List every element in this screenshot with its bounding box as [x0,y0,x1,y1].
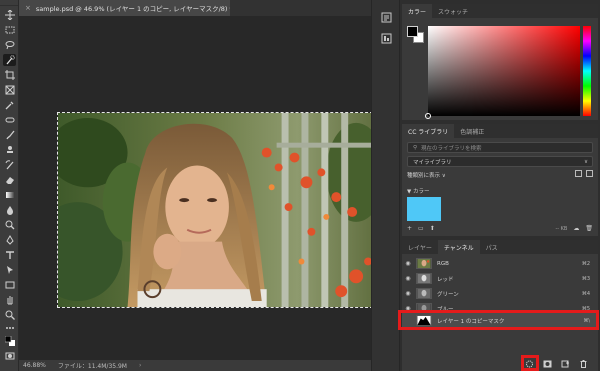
tab-bar-empty [230,0,371,16]
color-panel: カラー スウォッチ [402,4,598,120]
visibility-eye-icon[interactable]: ◉ [402,260,414,267]
channels-panel: レイヤー チャンネル パス ◉ RGB ⌘2 ◉ レッド ⌘3 ◉ グリーン ⌘… [398,240,599,371]
blur-tool-icon[interactable] [3,204,16,216]
library-trash-icon[interactable]: 🗑 [585,225,593,232]
library-select[interactable]: マイライブラリ ∨ [407,156,593,167]
libraries-panel: CC ライブラリ 色調補正 ⚲ 現在のライブラリを検索 マイライブラリ ∨ 種類… [402,124,598,236]
hue-slider[interactable] [583,26,591,116]
eyedropper-tool-icon[interactable] [3,99,16,111]
clone-stamp-tool-icon[interactable] [3,144,16,156]
color-panel-tabs: カラー スウォッチ [402,4,598,18]
list-view-icon[interactable] [586,170,593,177]
history-brush-tool-icon[interactable] [3,159,16,171]
eraser-tool-icon[interactable] [3,174,16,186]
library-sort-dropdown[interactable]: 種類別に表示 ∨ [407,171,446,179]
visibility-eye-icon[interactable]: ◉ [402,275,414,282]
tab-cc-libraries[interactable]: CC ライブラリ [402,124,455,138]
crop-tool-icon[interactable] [3,69,16,81]
chevron-down-icon: ∨ [583,158,588,165]
quick-mask-icon[interactable] [3,350,16,362]
tab-channels[interactable]: チャンネル [437,240,480,254]
pen-tool-icon[interactable] [3,234,16,246]
tab-paths[interactable]: パス [480,240,504,254]
zoom-level[interactable]: 46.88% [23,362,46,369]
library-search-placeholder: 現在のライブラリを検索 [421,145,482,152]
foreground-color[interactable] [407,26,418,37]
grid-view-icon[interactable] [575,170,582,177]
channel-thumbnail [416,273,432,284]
rectangle-tool-icon[interactable] [3,279,16,291]
channel-row-red[interactable]: ◉ レッド ⌘3 [402,271,598,286]
move-tool-icon[interactable] [3,9,16,21]
tab-layers[interactable]: レイヤー [402,240,438,254]
color-picker-cursor[interactable] [425,113,431,119]
marquee-tool-icon[interactable] [3,24,16,36]
library-color-swatch[interactable] [407,197,441,221]
channel-thumbnail [416,258,432,269]
more-tools-icon[interactable] [3,322,16,334]
visibility-eye-icon[interactable]: ◉ [402,290,414,297]
toolbar-grip[interactable] [0,0,18,6]
library-footer: + ▭ ⬆ -- KB ☁ 🗑 [407,225,593,232]
library-view-toggle [575,170,593,177]
layers-panel-tabs: レイヤー チャンネル パス [402,240,598,254]
document-title: sample.psd @ 46.9% (レイヤー 1 のコピー, レイヤーマスク… [35,5,233,13]
collapsed-panel-dock [371,0,400,371]
document-tab[interactable]: × sample.psd @ 46.9% (レイヤー 1 のコピー, レイヤーマ… [19,0,233,16]
cloud-sync-icon[interactable]: ☁ [573,225,579,232]
gradient-tool-icon[interactable] [3,189,16,201]
library-search-input[interactable]: ⚲ 現在のライブラリを検索 [407,142,593,153]
library-select-value: マイライブラリ [413,159,452,166]
frame-tool-icon[interactable] [3,84,16,96]
zoom-tool-icon[interactable] [3,309,16,321]
fg-bg-color-swatch[interactable] [407,26,425,44]
search-icon: ⚲ [413,144,418,151]
close-tab-icon[interactable]: × [25,4,31,12]
channel-shortcut: ⌘3 [581,275,590,282]
brush-tool-icon[interactable] [3,129,16,141]
mask-row-highlight-box [398,310,599,330]
history-panel-icon[interactable] [381,12,392,23]
channel-row-green[interactable]: ◉ グリーン ⌘4 [402,286,598,301]
tab-adjustments[interactable]: 色調補正 [454,124,490,138]
add-element-icon[interactable]: + [407,225,412,232]
folder-icon[interactable]: ▭ [418,225,424,232]
library-group-colors[interactable]: ▼ カラー [407,187,429,195]
channel-shortcut: ⌘2 [581,260,590,267]
channels-panel-footer [402,357,598,371]
library-storage-size: -- KB [555,225,568,232]
tools-panel [0,0,19,371]
color-picker-field[interactable] [425,26,580,119]
hand-tool-icon[interactable] [3,294,16,306]
healing-brush-tool-icon[interactable] [3,114,16,126]
status-menu-chevron-icon[interactable]: › [139,362,141,369]
channel-name: RGB [437,260,449,267]
channel-shortcut: ⌘4 [581,290,590,297]
upload-icon[interactable]: ⬆ [430,225,435,232]
quick-selection-tool-icon[interactable] [3,54,16,66]
document-canvas[interactable] [19,16,378,360]
right-panel-area: カラー スウォッチ CC ライブラリ 色調補正 ⚲ 現在のライブラリを検索 マイ… [398,0,600,371]
channel-thumbnail [416,288,432,299]
type-tool-icon[interactable] [3,249,16,261]
lasso-tool-icon[interactable] [3,39,16,51]
tab-color[interactable]: カラー [402,4,433,18]
channel-name: レッド [437,276,454,283]
file-size-info: ファイル：11.4M/35.9M [57,363,127,370]
save-selection-as-channel-icon[interactable] [543,360,552,368]
channel-name: グリーン [437,291,459,298]
channel-row-rgb[interactable]: ◉ RGB ⌘2 [402,256,598,271]
photo-with-selection[interactable] [57,112,378,308]
libraries-panel-tabs: CC ライブラリ 色調補正 [402,124,598,138]
properties-panel-icon[interactable] [381,33,392,44]
path-selection-tool-icon[interactable] [3,264,16,276]
new-channel-icon[interactable] [561,360,570,368]
load-selection-highlight-box [521,355,539,371]
status-bar: 46.88% ファイル：11.4M/35.9M › [19,360,371,371]
tab-swatches[interactable]: スウォッチ [432,4,474,18]
foreground-background-swatch[interactable] [3,335,16,347]
delete-channel-icon[interactable] [579,360,588,368]
dodge-tool-icon[interactable] [3,219,16,231]
